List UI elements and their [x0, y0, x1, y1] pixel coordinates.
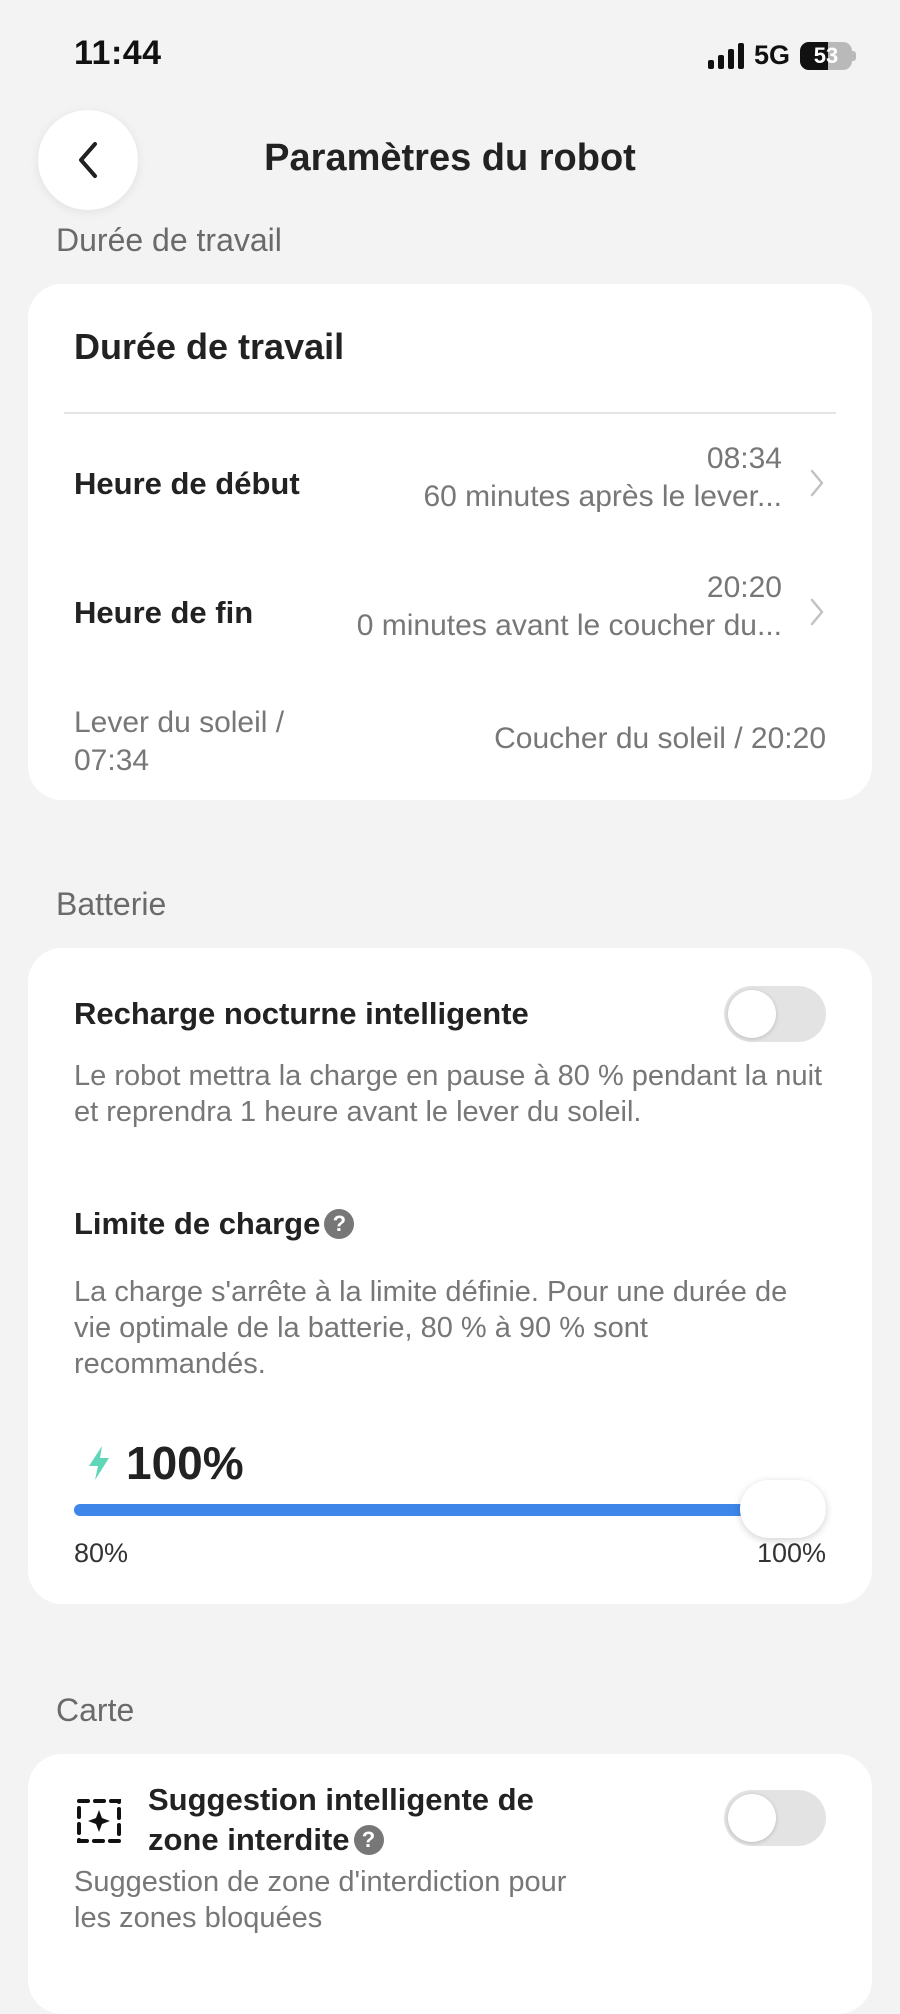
no-go-suggestion-description: Suggestion de zone d'interdiction pour l…	[74, 1866, 567, 1934]
slider-max-label: 100%	[756, 1538, 826, 1568]
end-time-label: Heure de fin	[74, 595, 254, 630]
sunset-time: Coucher du soleil / 20:20	[494, 722, 826, 755]
section-label-battery: Batterie	[56, 886, 167, 922]
section-label-map: Carte	[56, 1692, 135, 1728]
status-bar: 11:44 5G 53	[0, 0, 900, 110]
start-time-label: Heure de début	[74, 466, 300, 501]
night-charge-toggle[interactable]	[724, 986, 826, 1042]
slider-fill	[74, 1504, 826, 1516]
start-time-detail: 60 minutes après le lever...	[423, 480, 782, 513]
chevron-right-icon	[810, 469, 824, 497]
start-time-row[interactable]: Heure de début 08:34 60 minutes après le…	[74, 432, 826, 532]
end-time-value: 20:20	[706, 571, 782, 604]
status-indicators: 5G 53	[707, 40, 856, 71]
battery-level: 53	[813, 42, 839, 68]
night-charge-label: Recharge nocturne intelligente	[74, 996, 529, 1031]
end-time-row[interactable]: Heure de fin 20:20 0 minutes avant le co…	[74, 561, 826, 661]
sparkle-zone-icon	[77, 1799, 121, 1843]
sunrise-time: Lever du soleil / 07:34	[74, 706, 285, 777]
night-charge-description: Le robot mettra la charge en pause à 80 …	[74, 1060, 823, 1128]
slider-thumb[interactable]	[740, 1480, 826, 1538]
lightning-bolt-icon	[89, 1446, 109, 1480]
end-time-detail: 0 minutes avant le coucher du...	[356, 609, 782, 642]
question-circle-icon[interactable]: ?	[324, 1209, 355, 1239]
start-time-value: 08:34	[706, 442, 782, 475]
battery-card: Recharge nocturne intelligente Le robot …	[28, 948, 872, 1604]
signal-icon	[707, 42, 744, 69]
charge-limit-description: La charge s'arrête à la limite définie. …	[74, 1276, 788, 1380]
question-circle-icon[interactable]: ?	[353, 1825, 384, 1855]
slider-min-label: 80%	[74, 1538, 129, 1568]
charge-limit-value: 100%	[126, 1437, 244, 1489]
charge-limit-display: 100%	[86, 1436, 244, 1490]
network-type: 5G	[753, 40, 790, 70]
battery-icon: 53	[800, 41, 852, 70]
work-duration-card: Durée de travail Heure de début 08:34 60…	[28, 284, 872, 800]
section-label-work: Durée de travail	[56, 222, 282, 258]
map-card: Suggestion intelligente de zone interdit…	[28, 1754, 872, 2014]
charge-limit-row: Limite de charge?	[74, 1206, 355, 1242]
charge-limit-slider[interactable]	[74, 1480, 826, 1538]
status-time: 11:44	[74, 34, 162, 72]
card-title: Durée de travail	[74, 326, 345, 367]
charge-limit-label: Limite de charge	[74, 1206, 321, 1241]
divider	[64, 412, 836, 414]
no-go-suggestion-title: Suggestion intelligente de zone interdit…	[148, 1780, 608, 1860]
no-go-suggestion-toggle[interactable]	[724, 1790, 826, 1846]
no-go-suggestion-label: Suggestion intelligente de zone interdit…	[148, 1782, 534, 1857]
page-title: Paramètres du robot	[264, 137, 636, 179]
chevron-right-icon	[810, 598, 824, 626]
